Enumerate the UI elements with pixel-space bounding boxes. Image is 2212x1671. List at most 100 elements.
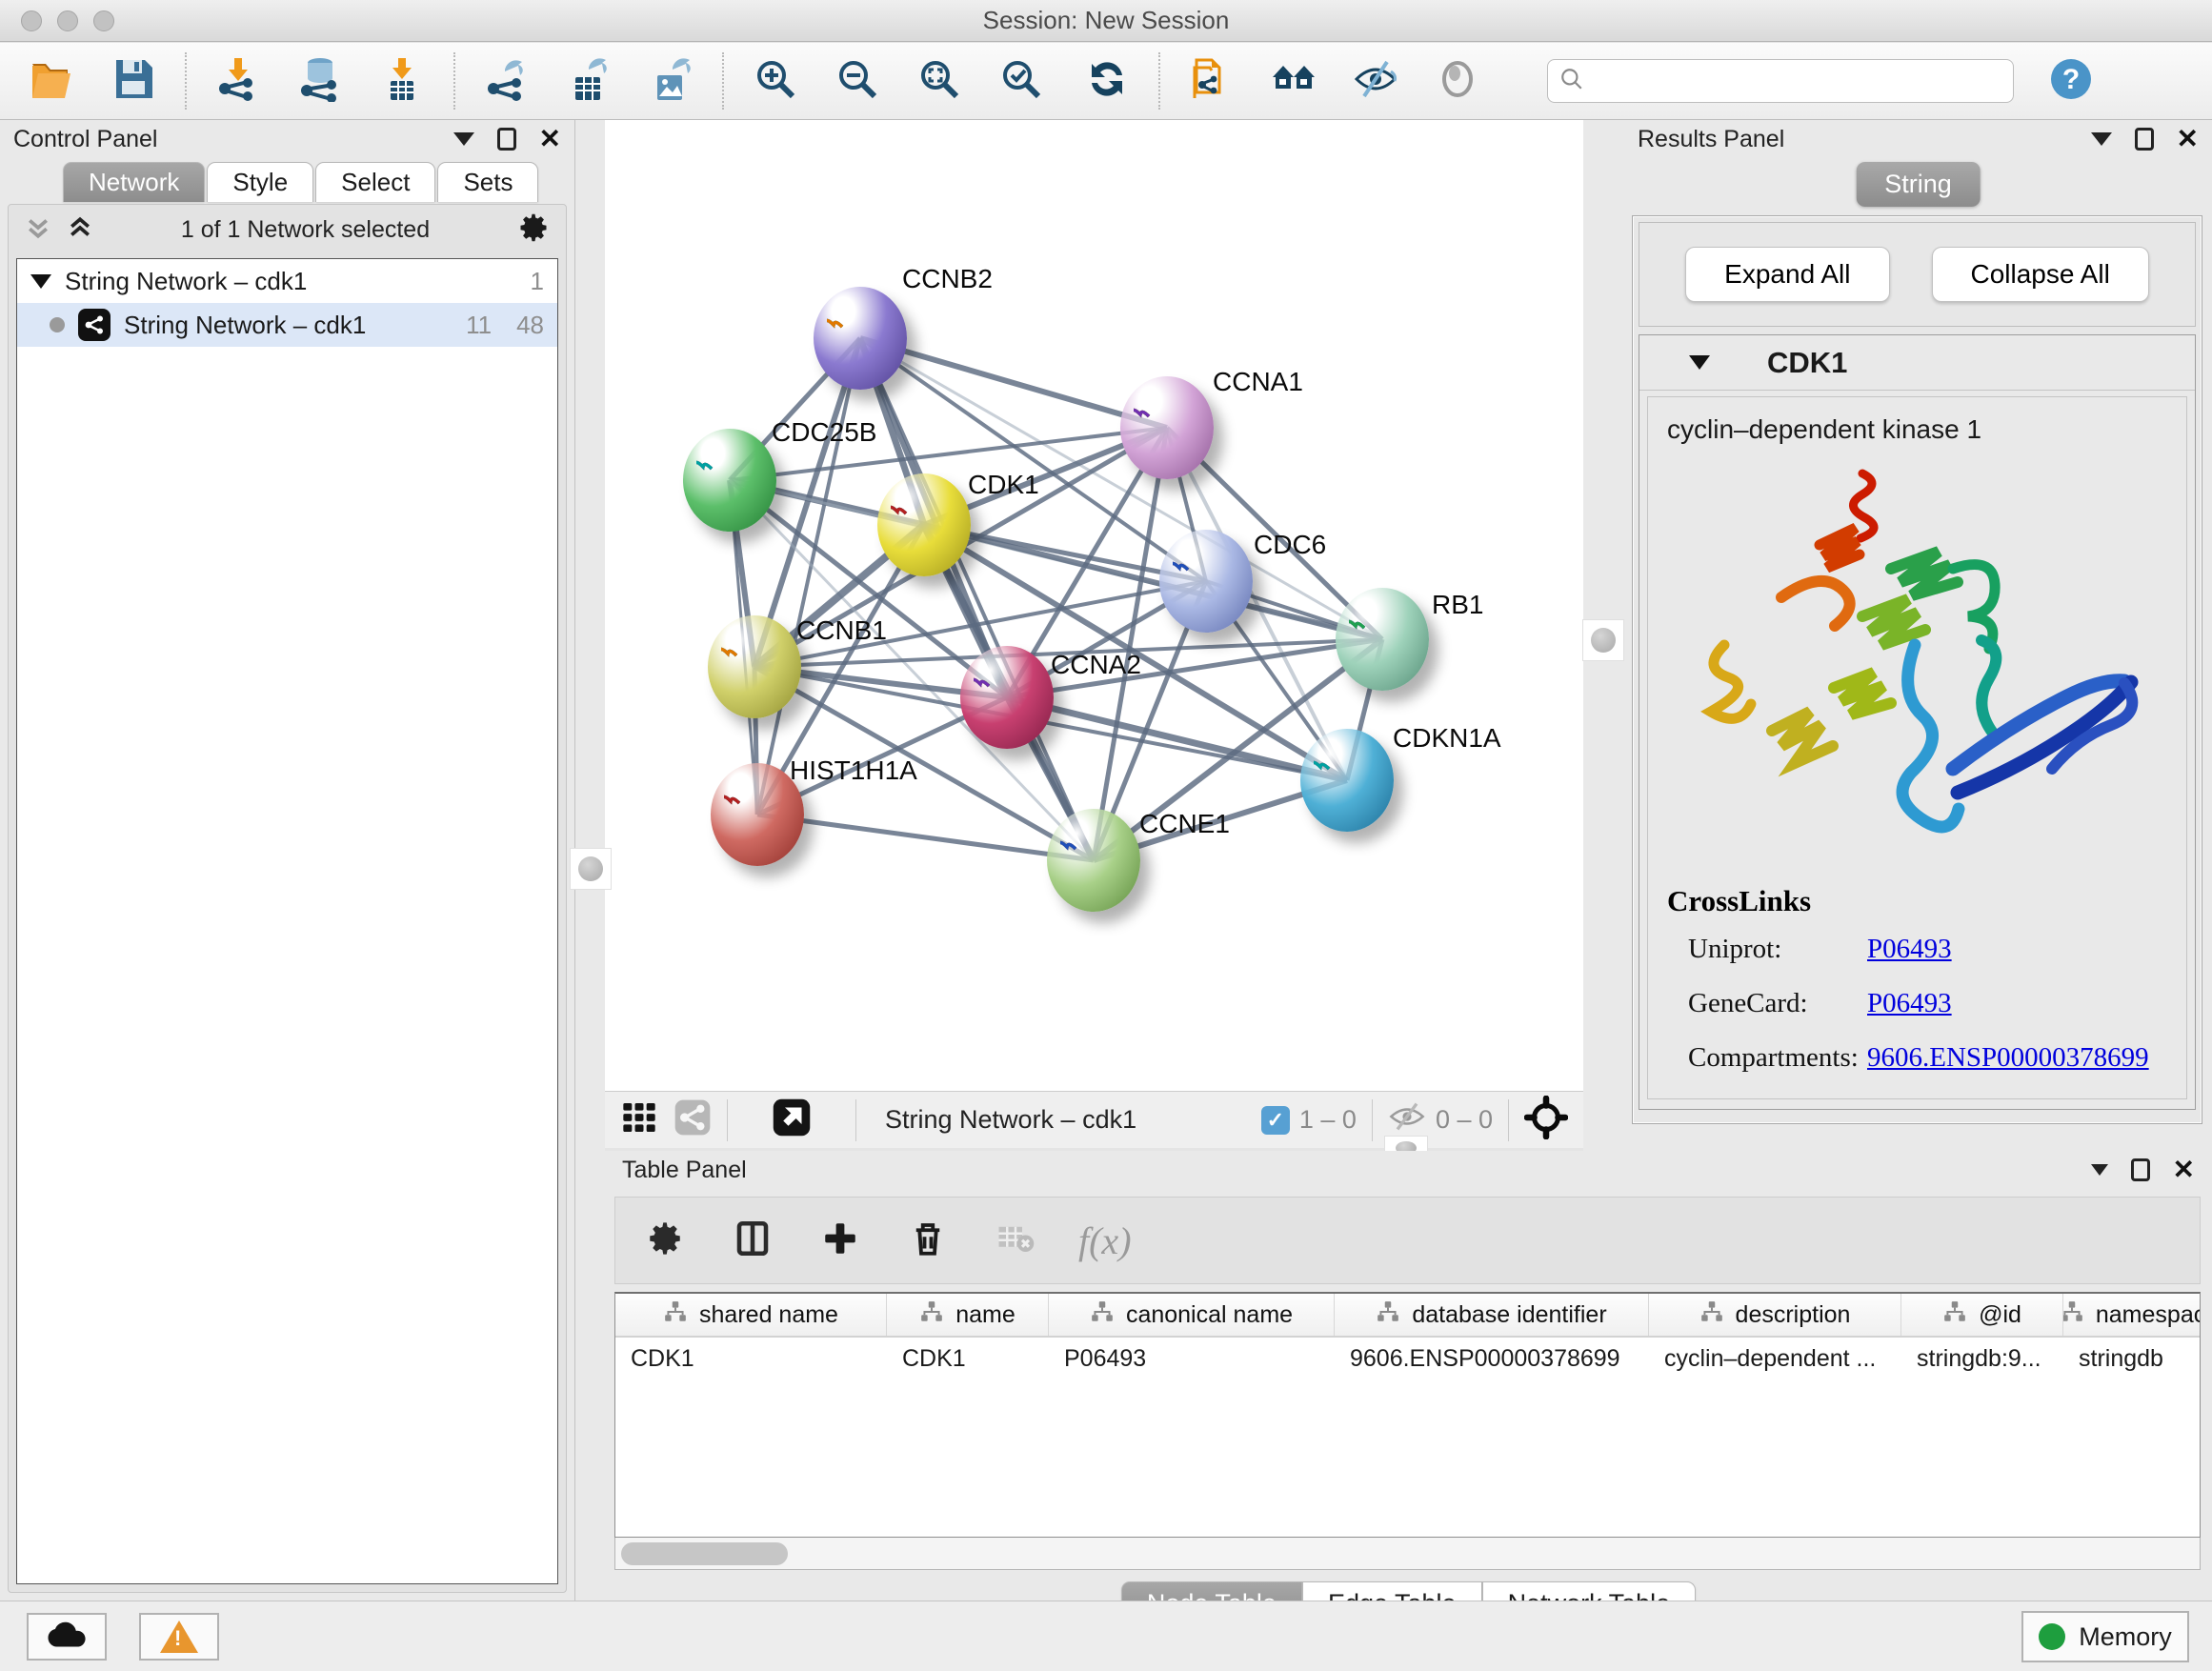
import-network-database-button[interactable] — [295, 56, 345, 106]
zoom-in-button[interactable] — [751, 56, 800, 106]
node-CCNA1[interactable] — [1120, 376, 1214, 479]
gear-icon[interactable] — [516, 211, 551, 250]
column-header-@id[interactable]: @id — [1901, 1294, 2063, 1336]
column-header-name[interactable]: name — [887, 1294, 1049, 1336]
table-settings-button[interactable] — [640, 1216, 690, 1265]
control-panel-close-icon[interactable]: ✕ — [539, 126, 561, 152]
table-cell[interactable]: P06493 — [1049, 1338, 1335, 1381]
crosslink-link[interactable]: P06493 — [1867, 934, 1952, 965]
birdseye-view-icon[interactable] — [772, 1097, 812, 1142]
zoom-out-button[interactable] — [833, 56, 882, 106]
left-splitter-handle[interactable] — [570, 848, 612, 890]
selected-checkbox-icon[interactable]: ✓ — [1261, 1106, 1290, 1135]
table-hscrollbar[interactable] — [614, 1538, 2201, 1570]
hide-selected-button[interactable] — [1351, 56, 1400, 106]
search-input[interactable] — [1592, 68, 2001, 94]
node-table[interactable]: shared namenamecanonical namedatabase id… — [614, 1292, 2201, 1538]
column-header-description[interactable]: description — [1649, 1294, 1901, 1336]
export-table-button[interactable] — [564, 56, 613, 106]
new-network-from-file-button[interactable] — [1187, 56, 1237, 106]
column-header-database-identifier[interactable]: database identifier — [1335, 1294, 1649, 1336]
show-all-button[interactable] — [1433, 56, 1482, 106]
save-session-button[interactable] — [109, 56, 158, 106]
protein-thumbnail — [974, 667, 1040, 728]
edge-CCNB2-HIST1H1A[interactable] — [757, 338, 860, 815]
column-header-canonical-name[interactable]: canonical name — [1049, 1294, 1335, 1336]
function-builder-button[interactable]: f(x) — [1078, 1218, 1132, 1263]
minimize-window-button[interactable] — [57, 10, 78, 31]
edge-HIST1H1A-CCNE1[interactable] — [757, 815, 1094, 860]
table-panel-close-icon[interactable]: ✕ — [2173, 1157, 2195, 1183]
export-image-button[interactable] — [646, 56, 695, 106]
collapse-all-tree-icon[interactable] — [24, 213, 52, 247]
help-button[interactable]: ? — [2046, 56, 2096, 106]
table-cell[interactable]: cyclin–dependent ... — [1649, 1338, 1901, 1381]
node-RB1[interactable] — [1336, 588, 1429, 691]
maximize-window-button[interactable] — [93, 10, 114, 31]
results-panel-close-icon[interactable]: ✕ — [2177, 126, 2199, 152]
warning-status-button[interactable] — [139, 1613, 219, 1661]
export-network-button[interactable] — [482, 56, 532, 106]
close-window-button[interactable] — [21, 10, 42, 31]
table-cell[interactable]: CDK1 — [615, 1338, 887, 1381]
tab-network[interactable]: Network — [63, 162, 205, 202]
toolbar-search[interactable] — [1547, 59, 2014, 103]
import-table-button[interactable] — [377, 56, 427, 106]
crosslink-link[interactable]: 9606.ENSP00000378699 — [1867, 1042, 2149, 1074]
table-hscrollbar-thumb[interactable] — [621, 1542, 788, 1565]
tab-string[interactable]: String — [1856, 162, 1981, 207]
collapse-all-button[interactable]: Collapse All — [1932, 247, 2149, 302]
right-splitter-handle[interactable] — [1582, 619, 1624, 661]
control-panel-menu-icon[interactable] — [453, 132, 474, 146]
column-header-namespace[interactable]: namespace — [2063, 1294, 2201, 1336]
network-canvas[interactable]: CCNB2CCNA1CDC25BCDK1CDC6RB1CCNB1CCNA2CDK… — [605, 120, 1583, 1091]
control-panel-float-icon[interactable] — [497, 128, 516, 151]
node-CCNB2[interactable] — [814, 287, 907, 390]
crosshair-icon[interactable] — [1524, 1096, 1568, 1144]
column-header-shared-name[interactable]: shared name — [615, 1294, 887, 1336]
crosslink-link[interactable]: 9606.ENSP00000378699 — [1867, 1097, 2149, 1099]
first-neighbors-button[interactable] — [1269, 56, 1318, 106]
refresh-button[interactable] — [1082, 56, 1132, 106]
table-panel-title: Table Panel — [622, 1157, 747, 1184]
table-row[interactable]: CDK1CDK1P064939606.ENSP00000378699cyclin… — [615, 1338, 2200, 1381]
zoom-fit-button[interactable] — [915, 56, 964, 106]
zoom-selected-button[interactable] — [996, 56, 1046, 106]
table-cell[interactable]: CDK1 — [887, 1338, 1049, 1381]
import-network-file-button[interactable] — [213, 56, 263, 106]
expand-all-button[interactable]: Expand All — [1685, 247, 1889, 302]
tab-style[interactable]: Style — [207, 162, 313, 202]
create-column-button[interactable] — [815, 1216, 865, 1265]
collapse-gene-icon[interactable] — [1689, 355, 1710, 370]
open-session-button[interactable] — [27, 56, 76, 106]
node-CCNE1[interactable] — [1047, 809, 1140, 912]
network-collection-row[interactable]: String Network – cdk1 1 — [17, 259, 557, 303]
cloud-status-button[interactable] — [27, 1613, 107, 1661]
crosslink-link[interactable]: P06493 — [1867, 988, 1952, 1019]
table-cell[interactable]: stringdb — [2063, 1338, 2201, 1381]
show-columns-button[interactable] — [728, 1216, 777, 1265]
results-panel-menu-icon[interactable] — [2091, 132, 2112, 146]
network-tree: String Network – cdk1 1 String Network –… — [16, 258, 558, 1584]
node-CDKN1A[interactable] — [1300, 729, 1394, 832]
table-panel-float-icon[interactable] — [2131, 1158, 2150, 1181]
table-cell[interactable]: stringdb:9... — [1901, 1338, 2063, 1381]
grid-view-icon[interactable] — [620, 1098, 658, 1141]
delete-table-button[interactable] — [991, 1216, 1040, 1265]
network-share-view-icon[interactable] — [674, 1098, 712, 1141]
results-panel-float-icon[interactable] — [2135, 128, 2154, 151]
node-CDK1[interactable] — [877, 473, 971, 576]
expand-all-tree-icon[interactable] — [66, 213, 94, 247]
table-panel-menu-icon[interactable] — [2091, 1164, 2108, 1176]
node-CDC6[interactable] — [1159, 530, 1253, 633]
node-CCNA2[interactable] — [960, 646, 1054, 749]
delete-column-button[interactable] — [903, 1216, 953, 1265]
node-CDC25B[interactable] — [683, 429, 776, 532]
collapse-collection-icon[interactable] — [30, 274, 51, 289]
network-row[interactable]: String Network – cdk1 11 48 — [17, 303, 557, 347]
memory-button[interactable]: Memory — [2021, 1611, 2189, 1662]
node-CCNB1[interactable] — [708, 615, 801, 718]
tab-sets[interactable]: Sets — [437, 162, 538, 202]
table-cell[interactable]: 9606.ENSP00000378699 — [1335, 1338, 1649, 1381]
tab-select[interactable]: Select — [315, 162, 435, 202]
